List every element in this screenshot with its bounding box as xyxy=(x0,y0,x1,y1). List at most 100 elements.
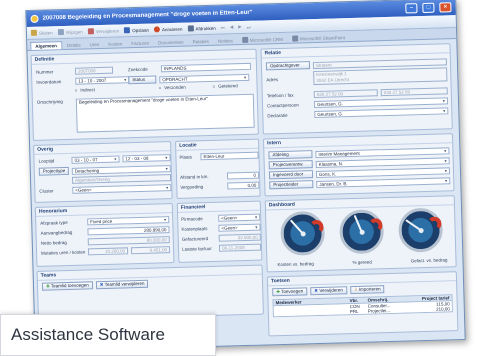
gauge-gereed-label: % gereed xyxy=(352,259,372,266)
projectleider-button[interactable]: Projectleider xyxy=(269,180,314,190)
projectverantw-button[interactable]: Projectverantw. xyxy=(268,160,313,170)
nav-prev-icon[interactable]: ◀ xyxy=(230,24,234,30)
zoekcode-field[interactable]: INPLANDS xyxy=(160,62,252,73)
mutaties-kosten-field: 9.451,00 xyxy=(130,246,171,255)
pencil-icon xyxy=(57,29,64,36)
nav-last-icon[interactable]: ⏭ xyxy=(247,24,251,29)
nav-first-icon[interactable]: ⏮ xyxy=(221,25,225,30)
tab-details[interactable]: Details xyxy=(63,41,85,49)
afdeling-button[interactable]: Afdeling xyxy=(268,150,313,160)
aanvang-field[interactable]: 280.890,00 xyxy=(87,226,170,236)
add-user-icon: ✚ xyxy=(45,283,50,289)
teamlid-verwijderen-button[interactable]: ✖ Teamlid verwijderen xyxy=(95,279,149,290)
looptijd-end-field[interactable]: 12 - 03 - 08 xyxy=(122,154,171,163)
teamlid-toevoegen-button[interactable]: ✚ Teamlid toevoegen xyxy=(41,281,93,291)
plaats-label: Plaats xyxy=(179,154,193,160)
vergoeding-field[interactable]: 0,00 xyxy=(227,181,260,190)
close-record-button[interactable]: Sluiten xyxy=(30,29,53,36)
omschrijving-label: Omschrijving xyxy=(36,99,63,105)
indirect-checkbox[interactable]: ○ xyxy=(74,88,77,93)
crm-icon xyxy=(241,36,248,44)
print-button[interactable]: Afdrukken xyxy=(187,25,216,32)
cancel-button[interactable]: Annuleren xyxy=(153,26,183,33)
relatie-heading: Relatie xyxy=(261,44,450,59)
laatste-factuur-field: 06-11-2008 xyxy=(218,243,262,252)
telefoon-label: Telefoon / fax xyxy=(266,92,294,99)
tab-sharepoint[interactable]: Microsoft® SharePoint xyxy=(288,33,349,43)
tab-notities[interactable]: Notities xyxy=(214,37,237,45)
definitie-panel: Definitie Nummer 2007008 Zoekcode INPLANDS… xyxy=(30,48,259,141)
cancel-icon xyxy=(153,26,161,33)
financieel-panel: Financieel Pirmacode <Geen> Kostenplaats <… xyxy=(176,200,263,263)
col-vbr[interactable]: Vbr. xyxy=(347,298,365,304)
tab-crm[interactable]: Microsoft® CRM xyxy=(238,35,287,44)
mutaties-uren-field: 10.200,00 xyxy=(87,247,129,256)
telefoon-field: 030 27 52 00 xyxy=(313,89,378,99)
opdrachtgever-button[interactable]: Opdrachtgever xyxy=(265,61,311,71)
projecttype-button[interactable]: Projecttype xyxy=(38,166,69,176)
maximize-button[interactable]: □ xyxy=(422,2,435,13)
nav-next-icon[interactable]: ▶ xyxy=(238,24,242,30)
gauge-gefact-label: Gefact. vs. bedrag xyxy=(410,257,448,264)
invoerdatum-field[interactable]: 13 - 10 - 2007 xyxy=(75,76,130,85)
importeren-button[interactable]: ⇩ Importeren xyxy=(349,285,385,295)
relatie-panel: Relatie Opdrachtgever Stratem Adres Keesre… xyxy=(260,43,453,135)
close-button[interactable]: × xyxy=(439,2,452,13)
verzonden-checkbox[interactable]: ○ xyxy=(158,85,161,90)
omschrijving-field[interactable]: Begeleiding en Procesmanagement "droge v… xyxy=(75,93,255,133)
application-window: 2007008 Begeleiding en Procesmanagement … xyxy=(25,0,466,352)
indirect-label: Indirect xyxy=(80,87,96,93)
gefactureerd-label: Gefactureerd xyxy=(181,236,209,242)
toevoegen-button[interactable]: ✚ Toevoegen xyxy=(272,287,308,297)
status-select[interactable]: OPDRACHT xyxy=(159,73,250,83)
tab-relaties[interactable]: Relaties xyxy=(189,38,213,46)
edit-button[interactable]: Wijzigen xyxy=(57,28,83,36)
tab-algemeen[interactable]: Algemeen xyxy=(30,41,62,50)
plaats-field[interactable]: Etten-Leur xyxy=(200,151,259,161)
financieel-heading: Financieel xyxy=(177,201,260,213)
locatie-heading: Locatie xyxy=(176,139,259,151)
tab-documenten[interactable]: Documenten xyxy=(154,39,188,47)
subtype-field: Algemeen/Overig xyxy=(71,174,172,184)
taken-panel: Toetsen ✚ Toevoegen ✖ Verwijderen ⇩ Impo… xyxy=(266,271,459,337)
fax-field: 030 27 52 09 xyxy=(380,87,448,97)
projecttype-select[interactable]: Detachering xyxy=(71,164,171,175)
zoekcode-label: Zoekcode xyxy=(127,66,148,73)
verwijderen-button[interactable]: ✖ Verwijderen xyxy=(310,286,347,296)
company-watermark: Assistance Software xyxy=(0,314,216,356)
app-logo-icon xyxy=(30,14,39,23)
sharepoint-icon xyxy=(291,35,298,42)
taken-heading: Toetsen xyxy=(267,272,457,287)
teams-heading: Teams xyxy=(37,265,262,281)
tab-kosten[interactable]: Kosten xyxy=(104,40,126,48)
getekend-checkbox[interactable]: ○ xyxy=(212,84,215,89)
tab-facturen[interactable]: Facturen xyxy=(127,40,153,48)
close-folder-icon xyxy=(30,29,38,36)
aanvang-label: Aanvangbedrag xyxy=(40,229,73,236)
locatie-panel: Locatie Plaats Etten-Leur Afstand in km. 0… xyxy=(175,138,261,199)
projectleider-select[interactable]: Jansen, Dr. B. xyxy=(316,176,451,188)
afstand-field[interactable]: 0 xyxy=(226,171,260,180)
declaratie-select[interactable]: Geurtsen, G. xyxy=(314,107,449,119)
netto-label: Netto bedrag xyxy=(40,240,67,246)
pirmacode-select[interactable]: <Geen> xyxy=(218,213,261,222)
declaratie-label: Declaratie xyxy=(267,112,288,119)
nummer-label: Nummer xyxy=(35,69,54,75)
overig-heading: Overig xyxy=(34,142,171,155)
looptijd-start-field[interactable]: 03 - 10 - 07 xyxy=(71,155,120,164)
contactpersoon-select[interactable]: Geurtsen, G. xyxy=(313,97,449,109)
invoerdatum-label: Invoerdatum xyxy=(36,79,62,85)
kostenplaats-select[interactable]: <Geen> xyxy=(218,223,261,232)
afspraak-select[interactable]: Fixed price xyxy=(87,216,170,226)
cluster-label: Cluster xyxy=(39,188,54,194)
delete-button[interactable]: Verwijderen xyxy=(87,27,120,35)
cluster-select[interactable]: <Geen> xyxy=(72,184,172,194)
netto-field: 80.000,00 xyxy=(87,236,170,246)
getekend-label: Getekend xyxy=(218,83,238,89)
gauge-gefact xyxy=(398,207,444,253)
save-button[interactable]: Opslaan xyxy=(124,27,149,34)
tab-uren[interactable]: Uren xyxy=(85,41,103,48)
ingevoerd-button[interactable]: Ingevoerd door xyxy=(268,170,314,180)
status-button[interactable]: Status xyxy=(128,75,157,85)
minimize-button[interactable]: – xyxy=(405,3,418,14)
